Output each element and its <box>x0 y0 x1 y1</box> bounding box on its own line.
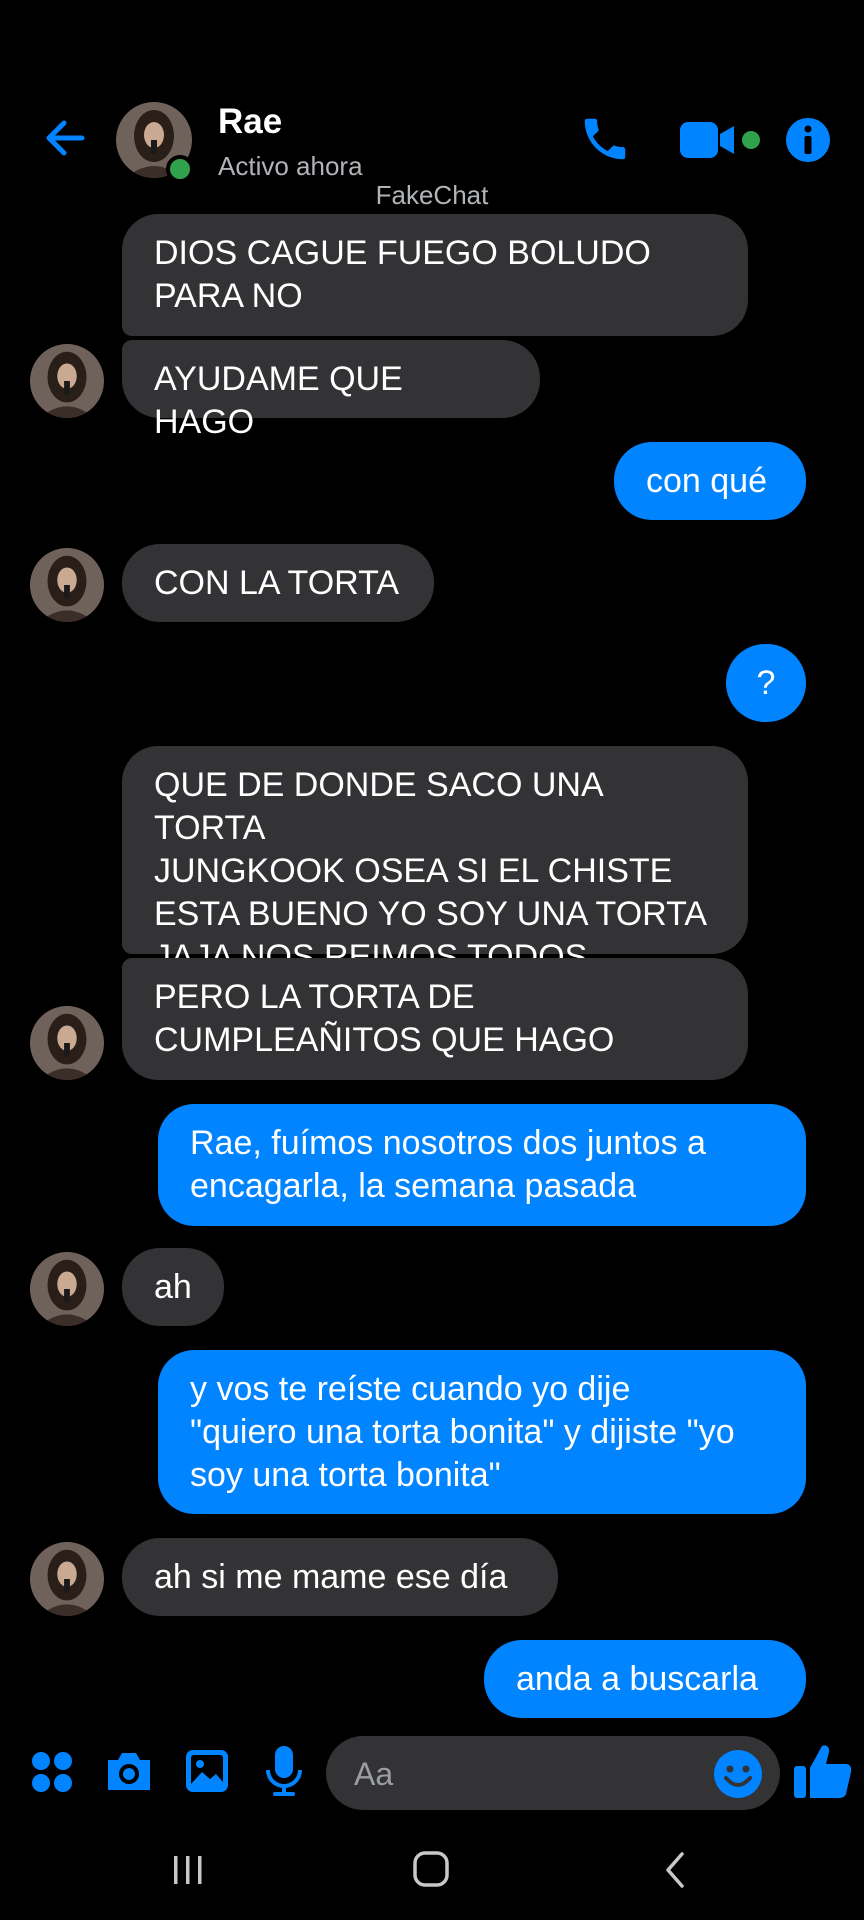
info-icon[interactable] <box>784 116 832 164</box>
message-incoming[interactable]: AYUDAME QUE HAGO <box>122 340 540 441</box>
contact-status: Activo ahora <box>218 151 363 181</box>
message-incoming[interactable]: CON LA TORTA <box>122 544 434 622</box>
message-incoming[interactable]: DIOS CAGUE FUEGO BOLUDO PARA NO <box>122 214 748 336</box>
watermark: FakeChat <box>375 180 489 210</box>
message-incoming[interactable]: PERO LA TORTA DE CUMPLEAÑITOS QUE HAGO <box>122 958 748 1080</box>
message-input[interactable] <box>352 1754 676 1794</box>
message-incoming[interactable]: QUE DE DONDE SACO UNA TORTA JUNGKOOK OSE… <box>122 746 748 976</box>
active-indicator <box>742 131 760 149</box>
message-outgoing[interactable]: con qué <box>614 442 806 520</box>
message-outgoing[interactable]: anda a buscarla <box>484 1640 806 1718</box>
message-incoming[interactable]: ah <box>122 1248 224 1326</box>
online-indicator <box>166 155 194 183</box>
gallery-icon[interactable] <box>184 1748 230 1794</box>
message-outgoing[interactable]: Rae, fuímos nosotros dos juntos a encaga… <box>158 1104 806 1226</box>
sender-avatar[interactable] <box>30 548 104 622</box>
video-camera-icon[interactable] <box>678 118 740 162</box>
home-icon[interactable] <box>412 1850 450 1888</box>
apps-grid-icon[interactable] <box>30 1750 74 1794</box>
message-outgoing[interactable]: ? <box>726 644 806 722</box>
microphone-icon[interactable] <box>264 1744 304 1798</box>
contact-name[interactable]: Rae <box>218 102 282 142</box>
sender-avatar[interactable] <box>30 1006 104 1080</box>
camera-icon[interactable] <box>104 1748 154 1794</box>
phone-icon[interactable] <box>578 112 632 166</box>
message-incoming[interactable]: ah si me mame ese día <box>122 1538 558 1616</box>
arrow-left-icon[interactable] <box>40 112 92 164</box>
sender-avatar[interactable] <box>30 344 104 418</box>
recent-apps-icon[interactable] <box>168 1850 208 1890</box>
thumbs-up-icon[interactable] <box>792 1740 854 1802</box>
chat-header: Rae Activo ahora FakeChat <box>0 0 864 210</box>
compose-box[interactable] <box>326 1736 780 1810</box>
message-outgoing[interactable]: y vos te reíste cuando yo dije "quiero u… <box>158 1350 806 1514</box>
sender-avatar[interactable] <box>30 1542 104 1616</box>
chevron-left-icon[interactable] <box>660 1850 690 1890</box>
sender-avatar[interactable] <box>30 1252 104 1326</box>
emoji-icon[interactable] <box>712 1748 764 1800</box>
